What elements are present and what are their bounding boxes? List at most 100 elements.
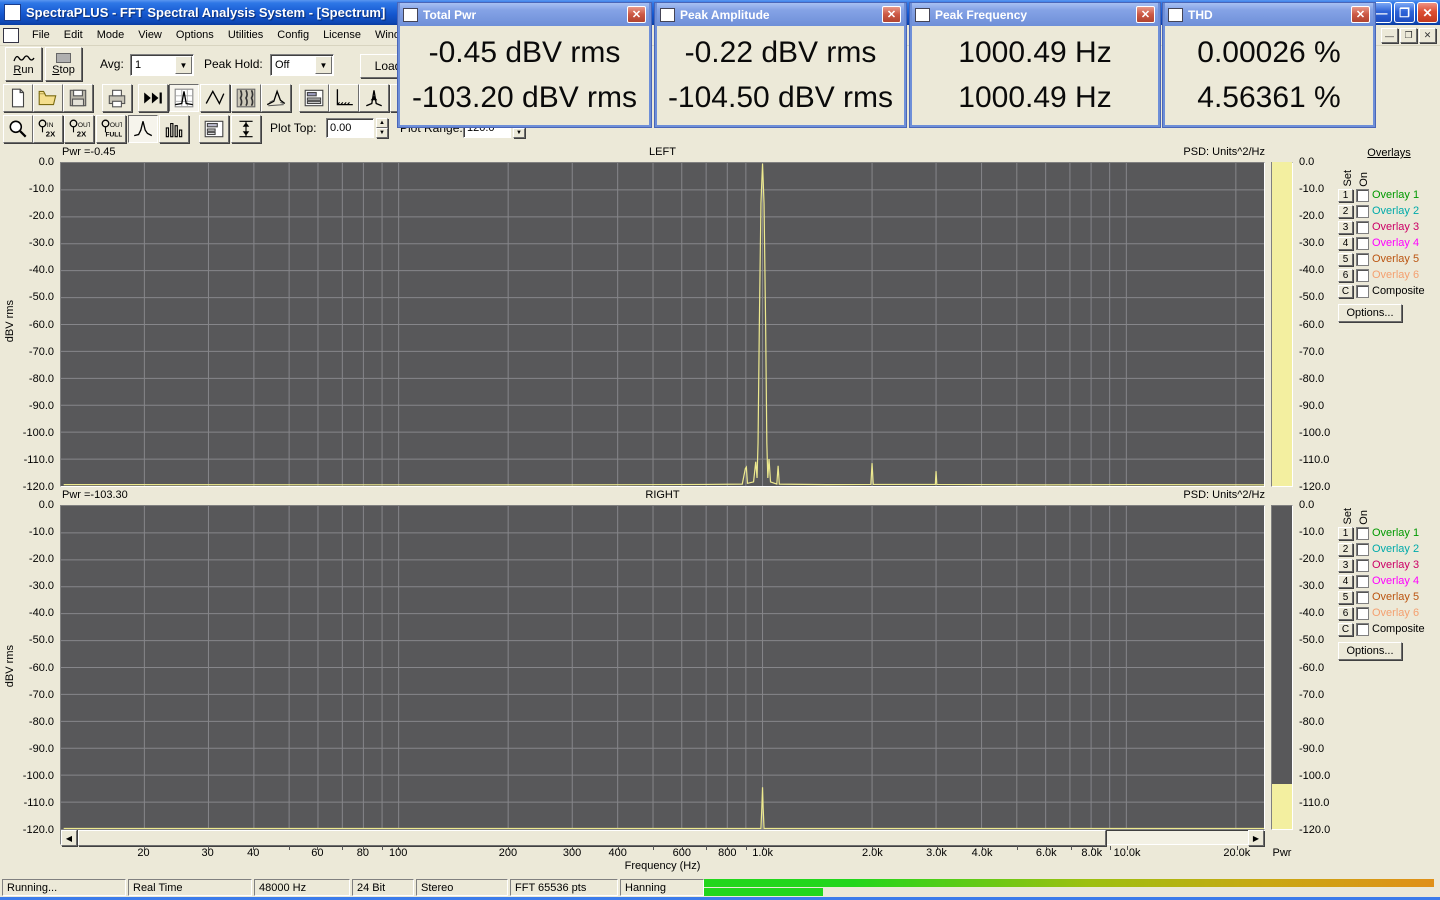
y-tick-label-left-plot: -110.0 <box>1299 453 1330 466</box>
overlay-set-button-6[interactable]: 6 <box>1338 268 1353 282</box>
close-icon[interactable]: ✕ <box>1136 6 1155 23</box>
menu-license[interactable]: License <box>316 26 368 44</box>
overlay-checkbox-4[interactable] <box>1356 574 1369 588</box>
overlay-set-button-4[interactable]: 4 <box>1338 236 1353 250</box>
zoom-out-2x-button[interactable]: OUT2X <box>64 115 94 143</box>
stop-button[interactable]: Stop <box>45 47 82 81</box>
surface-view-button[interactable] <box>261 84 291 112</box>
menu-utilities[interactable]: Utilities <box>221 26 270 44</box>
menu-edit[interactable]: Edit <box>57 26 90 44</box>
peak-hold-select[interactable]: Off ▼ <box>270 54 334 76</box>
y-tick-label-left-plot: 0.0 <box>1299 156 1315 168</box>
print-button[interactable] <box>102 84 132 112</box>
waveform-icon <box>403 7 418 22</box>
overlay-label: Overlay 6 <box>1372 607 1420 619</box>
x-tick-label: 20 <box>137 847 150 859</box>
meter-value-line1: -0.45 dBV rms <box>428 35 621 69</box>
mdi-minimize-icon[interactable]: — <box>1381 28 1398 43</box>
overlay-checkbox-5[interactable] <box>1356 252 1369 266</box>
overlay-checkbox-1[interactable] <box>1356 188 1369 202</box>
overlay-checkbox-4[interactable] <box>1356 236 1369 250</box>
overlay-set-button-4[interactable]: 4 <box>1338 574 1353 588</box>
close-icon[interactable]: ✕ <box>882 6 901 23</box>
left-spectrum-plot[interactable] <box>60 162 1265 487</box>
overlay-checkbox-c[interactable] <box>1356 622 1369 636</box>
zoom-in-2x-icon: IN2X <box>38 119 56 139</box>
menu-config[interactable]: Config <box>270 26 316 44</box>
overlay-checkbox-6[interactable] <box>1356 606 1369 620</box>
y-tick-label-right-plot: -70.0 <box>28 688 54 701</box>
chevron-down-icon[interactable]: ▼ <box>175 56 192 74</box>
scroll-right-icon[interactable]: ▶ <box>1248 830 1264 846</box>
scroll-left-icon[interactable]: ◀ <box>61 830 77 846</box>
zoom-in-2x-button[interactable]: IN 2X <box>33 115 63 143</box>
new-file-button[interactable] <box>3 84 33 112</box>
overlay-checkbox-3[interactable] <box>1356 220 1369 234</box>
fast-forward-button[interactable] <box>138 84 168 112</box>
waveform-view-button[interactable] <box>200 84 230 112</box>
overlay-set-button-2[interactable]: 2 <box>1338 204 1353 218</box>
menu-view[interactable]: View <box>131 26 169 44</box>
y-tick-label-right-plot: -120.0 <box>22 824 54 836</box>
open-file-button[interactable] <box>33 84 63 112</box>
overlay-checkbox-3[interactable] <box>1356 558 1369 572</box>
overlay-checkbox-1[interactable] <box>1356 526 1369 540</box>
menu-file[interactable]: File <box>25 26 57 44</box>
save-button[interactable] <box>63 84 93 112</box>
overlay-set-button-2[interactable]: 2 <box>1338 542 1353 556</box>
overlay-set-button-3[interactable]: 3 <box>1338 558 1353 572</box>
x-tick-label: 1.0k <box>752 847 774 859</box>
chevron-down-icon[interactable]: ▼ <box>315 56 332 74</box>
overlay-options-button[interactable]: Options... <box>1338 304 1402 322</box>
overlay-set-button-6[interactable]: 6 <box>1338 606 1353 620</box>
plot-top-down-icon[interactable]: ▼ <box>376 128 388 138</box>
close-icon[interactable]: ✕ <box>1351 6 1370 23</box>
axis-scale-button[interactable] <box>329 84 359 112</box>
zoom-tool-button[interactable] <box>3 115 33 143</box>
overlay-checkbox-5[interactable] <box>1356 590 1369 604</box>
overlay-checkbox-2[interactable] <box>1356 204 1369 218</box>
y-tick-label-right-plot: -50.0 <box>28 634 54 647</box>
control-panel-button[interactable] <box>299 84 329 112</box>
plot-top-up-icon[interactable]: ▲ <box>376 118 388 128</box>
spectrum-view-button[interactable] <box>169 84 199 112</box>
settings-panel-button[interactable] <box>199 115 229 143</box>
overlay-set-button-1[interactable]: 1 <box>1338 188 1353 202</box>
overlay-options-button[interactable]: Options... <box>1338 642 1402 660</box>
overlay-set-button-c[interactable]: C <box>1338 622 1353 636</box>
overlay-checkbox-2[interactable] <box>1356 542 1369 556</box>
run-label: un <box>21 63 34 76</box>
bar-graph-button[interactable] <box>159 115 189 143</box>
peak-curve-button[interactable] <box>128 115 158 143</box>
vertical-fit-button[interactable] <box>231 115 261 143</box>
menu-mode[interactable]: Mode <box>90 26 132 44</box>
restore-icon[interactable]: ❐ <box>1394 2 1415 23</box>
overlay-set-button-5[interactable]: 5 <box>1338 252 1353 266</box>
close-icon[interactable]: ✕ <box>1417 2 1438 23</box>
overlay-set-button-1[interactable]: 1 <box>1338 526 1353 540</box>
mdi-restore-icon[interactable]: ❐ <box>1400 28 1417 43</box>
menu-options[interactable]: Options <box>169 26 221 44</box>
close-icon[interactable]: ✕ <box>627 6 646 23</box>
plot-top-input[interactable]: 0.00 <box>326 118 374 138</box>
overlay-checkbox-6[interactable] <box>1356 268 1369 282</box>
avg-select[interactable]: 1 ▼ <box>130 54 194 76</box>
peak-marker-button[interactable] <box>359 84 389 112</box>
overlay-label: Composite <box>1372 285 1425 297</box>
meter-window-readout: -0.22 dBV rms -104.50 dBV rms <box>657 26 904 123</box>
overlay-set-button-5[interactable]: 5 <box>1338 590 1353 604</box>
right-spectrum-plot[interactable] <box>60 505 1265 830</box>
x-tick-label: 8.0k <box>1081 847 1103 859</box>
overlay-set-button-c[interactable]: C <box>1338 284 1353 298</box>
y-tick-label-right-plot: -70.0 <box>1299 688 1325 701</box>
scrollbar-thumb[interactable] <box>78 830 1106 846</box>
zoom-out-full-button[interactable]: OUT FULL <box>96 115 126 143</box>
spectrogram-view-button[interactable] <box>231 84 261 112</box>
overlay-set-button-3[interactable]: 3 <box>1338 220 1353 234</box>
run-button[interactable]: Run <box>5 47 42 81</box>
meter-value-line1: 1000.49 Hz <box>958 35 1112 69</box>
frequency-scrollbar[interactable]: ◀ ▶ <box>60 829 1265 846</box>
plot-range-down-icon[interactable]: ▼ <box>513 128 525 138</box>
mdi-close-icon[interactable]: ✕ <box>1419 28 1436 43</box>
overlay-checkbox-c[interactable] <box>1356 284 1369 298</box>
